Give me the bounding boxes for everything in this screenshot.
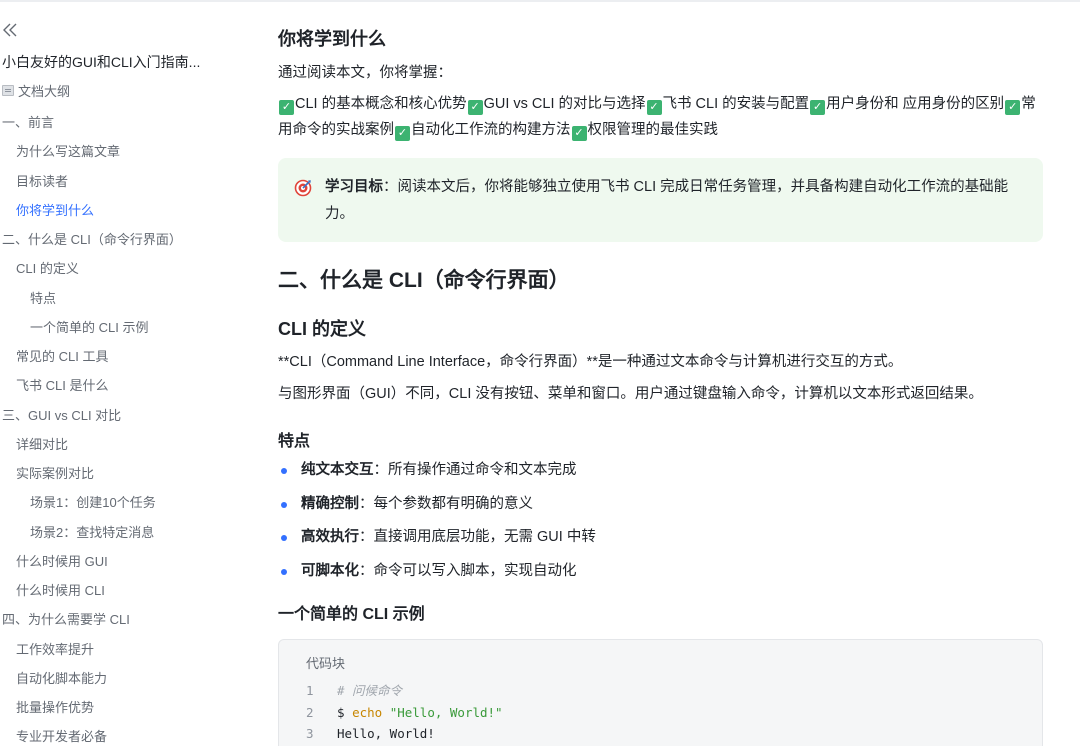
outline-header: 文档大纲 bbox=[2, 81, 70, 100]
code-command: echo bbox=[352, 704, 383, 720]
toc-item[interactable]: 工作效率提升 bbox=[0, 635, 250, 664]
code-lines: 1 # 问候命令 2 $ echo "Hello, World!" 3 Hell… bbox=[306, 680, 503, 745]
heading-cli-definition: CLI 的定义 bbox=[278, 319, 366, 339]
check-icon: ✓ bbox=[395, 126, 410, 141]
heading-features: 特点 bbox=[278, 433, 311, 450]
toc-item[interactable]: 详细对比 bbox=[0, 430, 250, 459]
check-icon: ✓ bbox=[1005, 100, 1021, 115]
doc-title[interactable]: 小白友好的GUI和CLI入门指南... bbox=[2, 52, 242, 72]
feature-term: 精确控制 bbox=[301, 495, 359, 512]
learn-intro: 通过阅读本文，你将掌握： bbox=[278, 65, 452, 81]
feature-desc: ：直接调用底层功能，无需 GUI 中转 bbox=[359, 529, 596, 545]
check-icon: ✓ bbox=[467, 100, 483, 115]
learn-item: CLI 的基本概念和核心优势 bbox=[295, 96, 467, 112]
line-number: 3 bbox=[306, 726, 314, 741]
feature-desc: ：命令可以写入脚本，实现自动化 bbox=[359, 562, 577, 579]
toc-item[interactable]: 常见的 CLI 工具 bbox=[0, 342, 250, 371]
learn-item: 权限管理的最佳实践 bbox=[587, 122, 719, 138]
feature-item: 高效执行：直接调用底层功能，无需 GUI 中转 bbox=[278, 521, 1038, 555]
toc-item[interactable]: 一、前言 bbox=[0, 108, 250, 137]
toc-item[interactable]: 什么时候用 GUI bbox=[0, 547, 250, 576]
toc-list: 一、前言 为什么写这篇文章 目标读者 你将学到什么 二、什么是 CLI（命令行界面） CL… bbox=[0, 108, 250, 746]
code-block[interactable]: 代码块 1 # 问候命令 2 $ echo "Hello, World!" 3 … bbox=[278, 639, 1043, 746]
feature-desc: ：每个参数都有明确的意义 bbox=[359, 495, 533, 512]
learning-goal-callout: 学习目标：阅读本文后，你将能够独立使用飞书 CLI 完成日常任务管理，并具备构建… bbox=[278, 158, 1043, 242]
toc-item[interactable]: 为什么写这篇文章 bbox=[0, 137, 250, 166]
code-line: 1 # 问候命令 bbox=[306, 680, 503, 702]
document-body: 你将学到什么 通过阅读本文，你将掌握： ✓ CLI 的基本概念和核心优势 ✓ GUI … bbox=[278, 0, 1044, 746]
toc-item[interactable]: 一个简单的 CLI 示例 bbox=[0, 313, 250, 342]
toc-item[interactable]: 实际案例对比 bbox=[0, 459, 250, 488]
feature-desc: ：所有操作通过命令和文本完成 bbox=[373, 462, 577, 478]
feature-term: 纯文本交互 bbox=[301, 462, 374, 478]
feature-item: 精确控制：每个参数都有明确的意义 bbox=[278, 488, 1038, 522]
check-icon: ✓ bbox=[279, 100, 294, 115]
code-prompt: $ bbox=[337, 704, 353, 720]
callout-label: 学习目标 bbox=[325, 179, 383, 195]
feature-item: 可脚本化：命令可以写入脚本，实现自动化 bbox=[278, 555, 1038, 589]
toc-item[interactable]: 批量操作优势 bbox=[0, 693, 250, 722]
toc-item[interactable]: 自动化脚本能力 bbox=[0, 664, 250, 693]
line-number: 1 bbox=[306, 683, 314, 698]
cli-definition-text: **CLI（Command Line Interface，命令行界面）**是一种… bbox=[278, 354, 903, 370]
code-string: "Hello, World!" bbox=[389, 704, 503, 720]
toc-item[interactable]: 场景2：查找特定消息 bbox=[0, 518, 250, 547]
learn-item: 自动化工作流的构建方法 bbox=[411, 122, 571, 138]
check-icon: ✓ bbox=[810, 100, 826, 115]
cli-vs-gui-text: 与图形界面（GUI）不同，CLI 没有按钮、菜单和窗口。用户通过键盘输入命令，计… bbox=[278, 386, 983, 402]
check-icon: ✓ bbox=[646, 100, 662, 115]
outline-icon bbox=[2, 85, 14, 96]
code-comment: # 问候命令 bbox=[337, 683, 403, 698]
feature-term: 可脚本化 bbox=[301, 562, 359, 579]
learn-item: 用户身份和 应用身份的区别 bbox=[826, 96, 1005, 112]
code-line: 2 $ echo "Hello, World!" bbox=[306, 702, 503, 724]
code-block-label: 代码块 bbox=[306, 656, 346, 671]
heading-cli-example: 一个简单的 CLI 示例 bbox=[278, 606, 425, 623]
code-output: Hello, World! bbox=[337, 726, 435, 741]
check-icon: ✓ bbox=[571, 126, 587, 141]
features-list: 纯文本交互：所有操作通过命令和文本完成 精确控制：每个参数都有明确的意义 高效执行：… bbox=[278, 454, 1038, 588]
callout-body: ：阅读本文后，你将能够独立使用飞书 CLI 完成日常任务管理，并具备构建自动化工… bbox=[325, 179, 1009, 222]
heading-what-is-cli: 二、什么是 CLI（命令行界面） bbox=[278, 269, 570, 292]
collapse-sidebar-icon[interactable] bbox=[2, 20, 18, 40]
toc-item[interactable]: 你将学到什么 bbox=[0, 196, 250, 225]
outline-sidebar: 小白友好的GUI和CLI入门指南... 文档大纲 一、前言 为什么写这篇文章 目标读… bbox=[0, 2, 250, 746]
learn-items-paragraph: ✓ CLI 的基本概念和核心优势 ✓ GUI vs CLI 的对比与选择 ✓ 飞书 CLI… bbox=[278, 91, 1044, 143]
feature-term: 高效执行 bbox=[301, 529, 359, 545]
toc-item[interactable]: 三、GUI vs CLI 对比 bbox=[0, 401, 250, 430]
learn-item: GUI vs CLI 的对比与选择 bbox=[483, 96, 646, 112]
toc-item[interactable]: 飞书 CLI 是什么 bbox=[0, 371, 250, 400]
toc-item[interactable]: CLI 的定义 bbox=[0, 254, 250, 283]
code-line: 3 Hello, World! bbox=[306, 723, 503, 745]
toc-item[interactable]: 四、为什么需要学 CLI bbox=[0, 605, 250, 634]
toc-item[interactable]: 二、什么是 CLI（命令行界面） bbox=[0, 225, 250, 254]
heading-what-you-learn: 你将学到什么 bbox=[278, 29, 386, 49]
target-icon bbox=[294, 179, 312, 197]
toc-item[interactable]: 专业开发者必备 bbox=[0, 722, 250, 746]
toc-item[interactable]: 场景1：创建10个任务 bbox=[0, 488, 250, 517]
callout-text: 学习目标：阅读本文后，你将能够独立使用飞书 CLI 完成日常任务管理，并具备构建… bbox=[325, 174, 1025, 228]
learn-item: 飞书 CLI 的安装与配置 bbox=[662, 96, 810, 112]
toc-item[interactable]: 什么时候用 CLI bbox=[0, 576, 250, 605]
toc-item[interactable]: 特点 bbox=[0, 284, 250, 313]
toc-item[interactable]: 目标读者 bbox=[0, 167, 250, 196]
outline-label: 文档大纲 bbox=[18, 84, 71, 99]
line-number: 2 bbox=[306, 704, 314, 720]
feature-item: 纯文本交互：所有操作通过命令和文本完成 bbox=[278, 454, 1038, 488]
